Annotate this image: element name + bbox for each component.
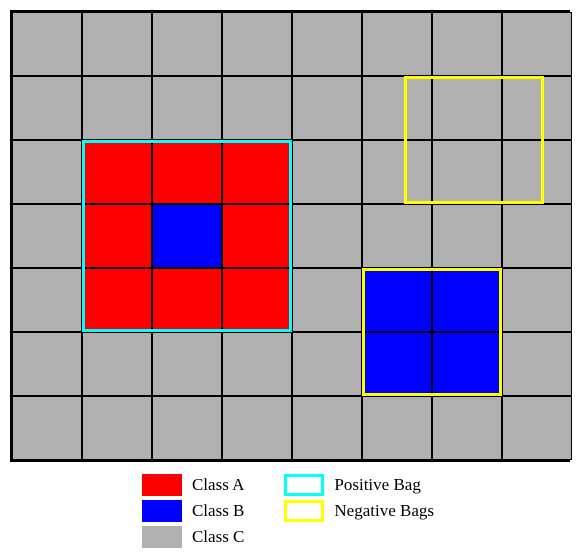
grid-cell <box>12 332 82 396</box>
grid-cell <box>292 204 362 268</box>
grid-cell <box>222 76 292 140</box>
swatch-class-a <box>142 474 182 496</box>
legend: Class A Class B Class C Positive Bag Neg… <box>10 474 566 548</box>
grid-cell <box>502 204 572 268</box>
grid-cell <box>362 12 432 76</box>
legend-column-bags: Positive Bag Negative Bags <box>284 474 434 548</box>
legend-item-positive-bag: Positive Bag <box>284 474 434 496</box>
grid-cell <box>82 12 152 76</box>
grid-cell <box>362 76 432 140</box>
grid-cell <box>152 204 222 268</box>
grid-cell <box>432 76 502 140</box>
grid-cell <box>292 76 362 140</box>
grid-cell <box>222 204 292 268</box>
legend-item-class-a: Class A <box>142 474 244 496</box>
grid-cell <box>362 268 432 332</box>
grid-cell <box>502 332 572 396</box>
grid-cell <box>432 204 502 268</box>
grid-cell <box>502 76 572 140</box>
grid <box>10 10 570 462</box>
grid-cell <box>152 396 222 460</box>
grid-cell <box>222 12 292 76</box>
grid-cell <box>432 396 502 460</box>
grid-cell <box>152 268 222 332</box>
grid-cell <box>292 268 362 332</box>
grid-cell <box>502 12 572 76</box>
swatch-class-b <box>142 500 182 522</box>
legend-column-classes: Class A Class B Class C <box>142 474 244 548</box>
legend-item-class-c: Class C <box>142 526 244 548</box>
grid-cell <box>502 396 572 460</box>
grid-cell <box>292 140 362 204</box>
legend-label: Negative Bags <box>334 501 434 521</box>
grid-cell <box>12 140 82 204</box>
grid-cell <box>292 396 362 460</box>
grid-cell <box>362 140 432 204</box>
grid-cell <box>12 396 82 460</box>
diagram-container <box>10 10 570 462</box>
swatch-negative-bag <box>284 500 324 522</box>
grid-cell <box>152 76 222 140</box>
grid-cell <box>152 332 222 396</box>
grid-cell <box>502 268 572 332</box>
grid-cell <box>432 332 502 396</box>
grid-cell <box>152 12 222 76</box>
grid-cell <box>362 332 432 396</box>
grid-cell <box>12 268 82 332</box>
grid-cell <box>82 76 152 140</box>
legend-label: Class B <box>192 501 244 521</box>
legend-label: Class A <box>192 475 244 495</box>
grid-cell <box>432 268 502 332</box>
grid-cell <box>152 140 222 204</box>
grid-cell <box>82 396 152 460</box>
legend-label: Positive Bag <box>334 475 420 495</box>
grid-cell <box>82 268 152 332</box>
swatch-positive-bag <box>284 474 324 496</box>
grid-cell <box>12 204 82 268</box>
swatch-class-c <box>142 526 182 548</box>
grid-cell <box>82 140 152 204</box>
grid-cell <box>222 396 292 460</box>
grid-cell <box>222 140 292 204</box>
legend-item-class-b: Class B <box>142 500 244 522</box>
legend-label: Class C <box>192 527 244 547</box>
grid-cell <box>432 12 502 76</box>
grid-cell <box>502 140 572 204</box>
grid-cell <box>362 396 432 460</box>
grid-cell <box>12 12 82 76</box>
grid-cell <box>82 332 152 396</box>
grid-cell <box>222 332 292 396</box>
grid-cell <box>362 204 432 268</box>
grid-cell <box>292 12 362 76</box>
grid-cell <box>12 76 82 140</box>
grid-cell <box>222 268 292 332</box>
grid-cell <box>292 332 362 396</box>
grid-cell <box>432 140 502 204</box>
legend-item-negative-bag: Negative Bags <box>284 500 434 522</box>
grid-cell <box>82 204 152 268</box>
